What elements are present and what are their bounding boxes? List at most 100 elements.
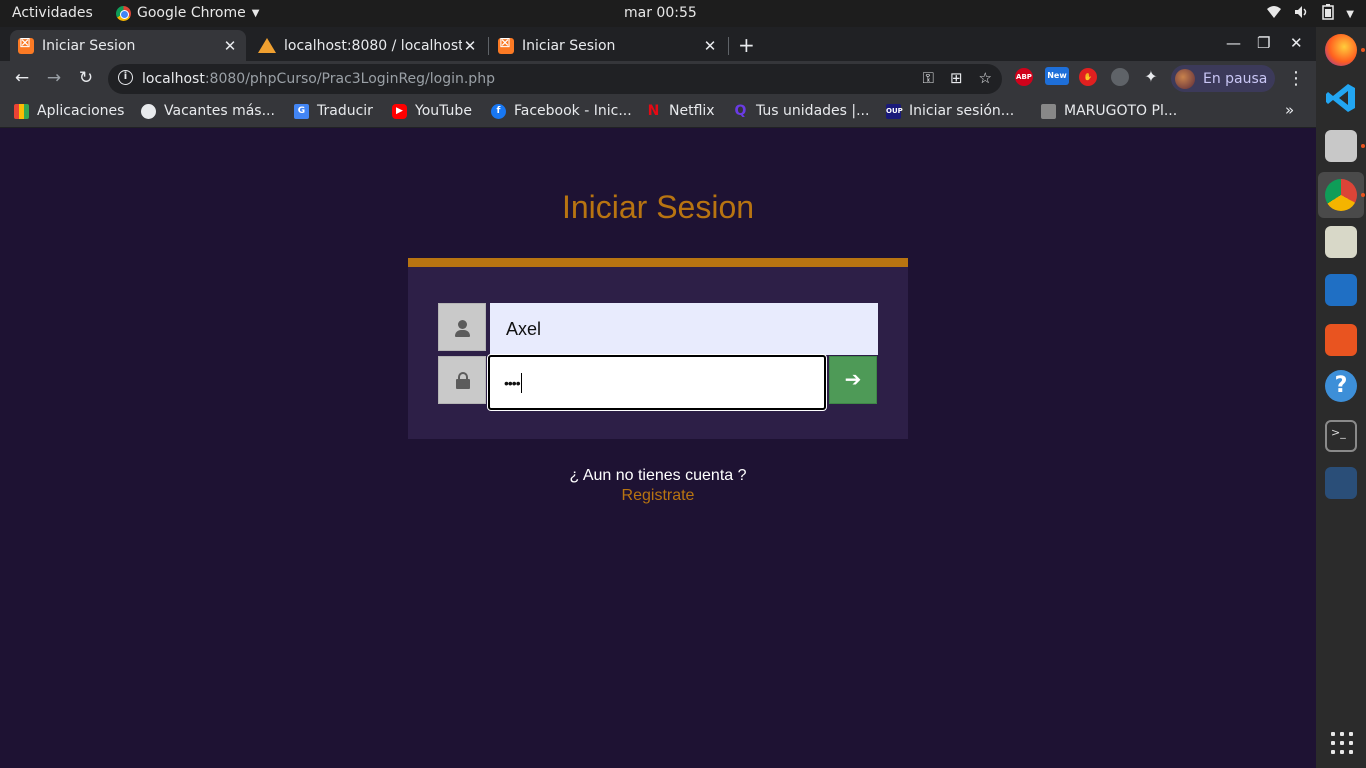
avatar <box>1175 68 1195 89</box>
netflix-icon: N <box>647 102 660 119</box>
app-menu[interactable]: Google Chrome ▼ <box>116 5 259 21</box>
page-title: Iniciar Sesion <box>561 189 755 225</box>
bookmark-label: Iniciar sesión... <box>909 103 1015 119</box>
bookmark-label: YouTube <box>415 103 472 119</box>
apps-grid-icon <box>14 103 29 119</box>
no-account-text: ¿ Aun no tienes cuenta ? <box>569 467 747 484</box>
close-icon[interactable]: ✕ <box>222 37 238 55</box>
globe-icon <box>141 103 156 119</box>
files-icon[interactable] <box>1325 130 1357 162</box>
bookmarks-bar: Aplicaciones Vacantes más... G Traducir … <box>0 97 1316 128</box>
writer-icon[interactable] <box>1325 274 1357 306</box>
url-text[interactable]: localhost:8080/phpCurso/Prac3LoginReg/lo… <box>142 71 495 87</box>
lock-icon-body <box>456 379 470 389</box>
bookmark-label: Facebook - Inic... <box>514 103 632 119</box>
profile-status: En pausa <box>1203 70 1268 87</box>
bookmark-marugoto[interactable]: MARUGOTO Pl... <box>1041 103 1177 119</box>
quizlet-icon: Q <box>734 102 747 119</box>
minimize-button[interactable]: — <box>1226 34 1241 52</box>
bookmark-youtube[interactable]: ▶ YouTube <box>392 103 472 119</box>
show-applications-icon[interactable] <box>1331 732 1353 754</box>
adblock-plus-icon[interactable]: ABP <box>1015 68 1033 86</box>
tab-separator <box>488 37 489 55</box>
bookmark-vacantes[interactable]: Vacantes más... <box>141 103 275 119</box>
menu-icon[interactable]: ⋮ <box>1287 68 1305 89</box>
bookmark-label: Netflix <box>669 103 715 119</box>
reload-button[interactable]: ↻ <box>75 68 97 88</box>
chevron-right-icon[interactable]: » <box>1285 101 1294 119</box>
youtube-icon: ▶ <box>392 103 407 119</box>
bookmark-netflix[interactable]: N Netflix <box>646 103 715 119</box>
phpmyadmin-icon <box>258 38 276 53</box>
volume-icon <box>1294 5 1310 23</box>
new-extension-icon[interactable]: New <box>1045 67 1069 85</box>
stop-hand-icon[interactable]: ✋ <box>1079 68 1097 86</box>
firefox-icon[interactable] <box>1325 34 1357 66</box>
page-content: Iniciar Sesion ¿ Aun no tienes cuenta ? … <box>0 129 1316 768</box>
bookmark-traducir[interactable]: G Traducir <box>294 103 373 119</box>
running-indicator <box>1361 144 1365 148</box>
dock: ? >_ <box>1316 27 1366 768</box>
password-value: •••• <box>504 375 521 391</box>
profile-button[interactable]: En pausa <box>1171 65 1275 92</box>
puzzle-icon[interactable]: ✦ <box>1142 68 1160 86</box>
tab-iniciar-sesion-1[interactable]: Iniciar Sesion ✕ <box>10 30 246 61</box>
close-window-button[interactable]: ✕ <box>1290 34 1303 52</box>
help-icon[interactable]: ? <box>1325 370 1357 402</box>
bookmark-label: Aplicaciones <box>37 103 125 119</box>
bookmark-aplicaciones[interactable]: Aplicaciones <box>14 103 124 119</box>
software-center-icon[interactable] <box>1325 324 1357 356</box>
extension-icon[interactable] <box>1111 68 1129 86</box>
user-icon <box>458 320 467 329</box>
system-top-bar: Actividades Google Chrome ▼ mar 00:55 ▼ <box>0 0 1366 27</box>
facebook-icon: f <box>491 103 506 119</box>
bookmark-label: Vacantes más... <box>164 103 275 119</box>
password-input[interactable]: •••• <box>488 355 826 410</box>
submit-arrow-button[interactable]: ➔ <box>829 356 877 404</box>
user-icon-body <box>455 330 470 337</box>
tab-separator <box>728 37 729 55</box>
username-input[interactable]: Axel <box>490 303 878 355</box>
mysql-workbench-icon[interactable] <box>1325 467 1357 499</box>
forward-button[interactable]: → <box>43 68 65 88</box>
system-tray[interactable]: ▼ <box>1266 4 1354 24</box>
tab-iniciar-sesion-2[interactable]: Iniciar Sesion ✕ <box>490 30 726 61</box>
translate-icon[interactable]: ⊞ <box>950 69 963 87</box>
maximize-button[interactable]: ❐ <box>1257 34 1270 52</box>
card-accent-bar <box>408 258 908 267</box>
tab-title: localhost:8080 / localhost <box>284 37 462 54</box>
clock[interactable]: mar 00:55 <box>624 5 697 21</box>
vscode-icon[interactable] <box>1325 82 1357 114</box>
close-icon[interactable]: ✕ <box>702 37 718 55</box>
new-tab-button[interactable]: + <box>738 33 755 57</box>
username-addon <box>438 303 486 351</box>
register-link[interactable]: Registrate <box>408 487 908 505</box>
battery-icon <box>1322 4 1335 24</box>
chrome-icon[interactable] <box>1325 179 1357 211</box>
marugoto-icon <box>1041 103 1056 119</box>
rhythmbox-icon[interactable] <box>1325 226 1357 258</box>
bookmark-label: Tus unidades |... <box>756 103 870 119</box>
address-bar[interactable]: i localhost:8080/phpCurso/Prac3LoginReg/… <box>108 64 1002 94</box>
activities-button[interactable]: Actividades <box>12 5 93 21</box>
running-indicator <box>1361 193 1365 197</box>
chrome-icon <box>116 5 131 21</box>
chevron-down-icon: ▼ <box>1346 8 1354 20</box>
site-info-icon[interactable]: i <box>118 70 133 85</box>
bookmark-facebook[interactable]: f Facebook - Inic... <box>491 103 632 119</box>
tab-phpmyadmin[interactable]: localhost:8080 / localhost ✕ <box>250 30 486 61</box>
chevron-down-icon: ▼ <box>251 7 260 19</box>
xampp-icon <box>18 35 34 54</box>
bookmark-iniciar-sesion[interactable]: OUP Iniciar sesión... <box>886 103 1014 119</box>
star-icon[interactable]: ☆ <box>979 69 992 87</box>
xampp-icon <box>498 35 514 54</box>
tab-title: Iniciar Sesion <box>42 37 136 54</box>
wifi-icon <box>1266 5 1282 23</box>
username-value: Axel <box>506 319 542 339</box>
close-icon[interactable]: ✕ <box>462 37 478 55</box>
bookmark-tus-unidades[interactable]: Q Tus unidades |... <box>733 102 870 119</box>
bookmark-label: MARUGOTO Pl... <box>1064 103 1178 119</box>
back-button[interactable]: ← <box>11 68 33 88</box>
terminal-icon[interactable]: >_ <box>1325 420 1357 452</box>
key-icon[interactable]: ⚿ <box>923 69 934 87</box>
